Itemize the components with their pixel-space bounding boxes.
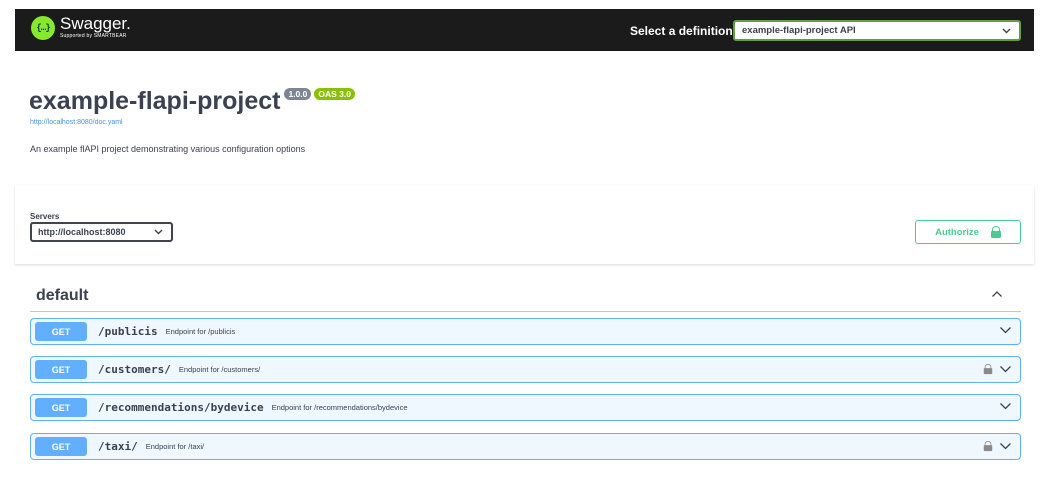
lock-icon[interactable]	[983, 440, 993, 452]
chevron-down-icon[interactable]	[999, 364, 1012, 374]
api-title: example-flapi-project	[29, 87, 281, 115]
api-title-row: example-flapi-project 1.0.0 OAS 3.0	[29, 86, 355, 116]
authorize-label: Authorize	[935, 226, 979, 238]
operation-path: /recommendations/bydevice	[98, 401, 264, 414]
operation-summary: Endpoint for /recommendations/bydevice	[271, 403, 408, 412]
chevron-down-icon	[154, 229, 163, 235]
tag-name: default	[36, 287, 89, 304]
operation-summary: Endpoint for /taxi/	[145, 442, 205, 451]
method-badge: GET	[35, 360, 87, 379]
servers-label: Servers	[30, 212, 60, 221]
unlocked-icon	[990, 226, 1001, 238]
topbar: {…} Swagger. Supported by SMARTBEAR Sele…	[15, 9, 1034, 51]
operation-path: /taxi/	[98, 440, 138, 453]
method-badge: GET	[35, 398, 87, 417]
swagger-logo-icon: {…}	[31, 15, 55, 40]
operation-summary: Endpoint for /customers/	[178, 365, 261, 374]
server-select[interactable]: http://localhost:8080	[30, 222, 173, 242]
operation-path: /customers/	[98, 363, 171, 376]
version-badge: 1.0.0	[284, 88, 312, 100]
chevron-up-icon[interactable]	[991, 288, 1003, 300]
oas-badge: OAS 3.0	[314, 88, 355, 100]
swagger-logo[interactable]: {…} Swagger. Supported by SMARTBEAR	[31, 15, 131, 40]
chevron-down-icon[interactable]	[999, 325, 1012, 335]
authorize-button[interactable]: Authorize	[915, 220, 1021, 244]
operation-summary: Endpoint for /publicis	[165, 327, 236, 336]
tag-section-default[interactable]: default	[30, 280, 1021, 312]
method-badge: GET	[35, 322, 87, 341]
operation-get-taxi[interactable]: GET /taxi/ Endpoint for /taxi/	[30, 433, 1021, 460]
spec-url-link[interactable]: http://localhost:8080/doc.yaml	[30, 119, 123, 126]
definition-select[interactable]: example-flapi-project API	[733, 20, 1021, 41]
operation-get-publicis[interactable]: GET /publicis Endpoint for /publicis	[30, 318, 1021, 345]
chevron-down-icon[interactable]	[999, 401, 1012, 411]
server-value: http://localhost:8080	[38, 227, 126, 237]
operation-path: /publicis	[98, 325, 158, 338]
operation-get-recommendations-bydevice[interactable]: GET /recommendations/bydevice Endpoint f…	[30, 394, 1021, 421]
lock-icon[interactable]	[983, 363, 993, 375]
definition-value: example-flapi-project API	[742, 25, 856, 36]
definition-label: Select a definition	[630, 24, 733, 38]
api-description: An example flAPI project demonstrating v…	[30, 144, 306, 154]
logo-subtitle: Supported by SMARTBEAR	[60, 33, 127, 39]
method-badge: GET	[35, 437, 87, 456]
chevron-down-icon	[1002, 28, 1011, 33]
chevron-down-icon[interactable]	[999, 441, 1012, 451]
logo-name: Swagger.	[60, 14, 131, 33]
operation-get-customers[interactable]: GET /customers/ Endpoint for /customers/	[30, 356, 1021, 383]
